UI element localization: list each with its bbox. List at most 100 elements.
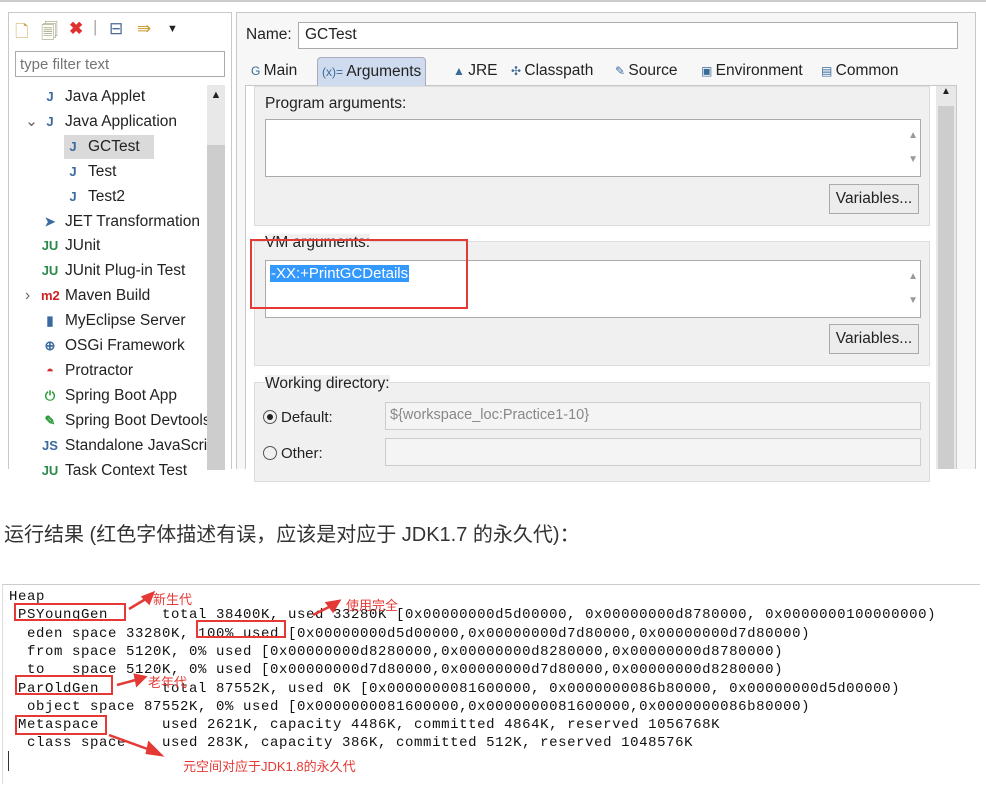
new-config-icon[interactable]: 🗋 — [15, 19, 29, 48]
tab-arguments[interactable]: (x)= Arguments — [317, 57, 427, 86]
tree-item-label: Protractor — [65, 361, 134, 379]
tree-item[interactable]: JU JUnit Plug-in Test — [41, 259, 207, 283]
tree-item[interactable]: ➤ JET Transformation — [41, 210, 207, 234]
config-type-icon: ➤ — [44, 213, 56, 229]
tab-icon: ✎ — [615, 64, 629, 78]
config-type-icon: m2 — [41, 288, 60, 304]
panel-scroll-thumb[interactable] — [938, 106, 954, 469]
config-type-icon: ✎ — [44, 412, 56, 428]
config-type-icon: J — [46, 113, 54, 129]
working-dir-label: Working directory: — [265, 375, 390, 393]
radio-unchecked-icon — [263, 446, 277, 460]
filter-input[interactable] — [15, 51, 225, 77]
tab-icon: ▲ — [453, 64, 469, 78]
name-input[interactable]: GCTest — [298, 22, 958, 49]
tree-item-label: JET Transformation — [65, 212, 200, 230]
tab-label: Arguments — [346, 63, 422, 80]
tree-item[interactable]: ⏻ Spring Boot App — [41, 384, 207, 408]
tab-common[interactable]: ▤ Common — [817, 57, 903, 86]
program-args-group: Program arguments: ▲ ▼ Variables... — [254, 86, 930, 226]
filter-icon[interactable]: ⇛ — [137, 19, 151, 39]
other-radio[interactable]: Other: — [263, 445, 323, 462]
duplicate-icon[interactable]: 🗐 — [41, 19, 58, 48]
program-args-label: Program arguments: — [265, 95, 407, 112]
tree-item-label: GCTest — [88, 137, 140, 155]
scroll-up-icon[interactable]: ▲ — [936, 86, 956, 97]
config-type-icon: ⏻ — [44, 387, 56, 403]
tree-item[interactable]: J Test2 — [64, 185, 154, 209]
vm-args-highlight-box — [250, 239, 468, 309]
tab-icon: G — [251, 64, 264, 78]
tree-item-label: Test — [88, 162, 117, 180]
tab-classpath[interactable]: ✣ Classpath — [507, 57, 597, 86]
tree-item-label: Java Applet — [65, 88, 146, 105]
tab-environment[interactable]: ▣ Environment — [697, 57, 807, 86]
tree-item-label: Standalone JavaScript — [65, 436, 207, 454]
name-label: Name: — [246, 26, 292, 43]
tab-source[interactable]: ✎ Source — [611, 57, 682, 86]
toolbar-separator: | — [93, 17, 98, 36]
tree-item[interactable]: J Test — [64, 160, 154, 184]
scroll-up-icon[interactable]: ▲ — [207, 85, 225, 105]
dropdown-icon[interactable]: ▼ — [167, 23, 178, 35]
config-type-icon: ⊕ — [44, 338, 56, 353]
tree-item[interactable]: J GCTest — [64, 134, 154, 159]
text-cursor — [8, 751, 9, 771]
config-type-icon: JU — [41, 263, 59, 279]
delete-icon[interactable]: ✖ — [69, 19, 83, 39]
tree-item-label: Test2 — [88, 187, 126, 205]
tab-bar: G Main (x)= Arguments ▲ JRE ✣ Classpath ✎ So… — [245, 57, 957, 86]
vm-variables-button[interactable]: Variables... — [829, 324, 919, 354]
tree-item[interactable]: › m2 Maven Build — [25, 284, 207, 308]
tree-item-label: JUnit — [65, 237, 101, 255]
tree-item-label: OSGi Framework — [65, 337, 185, 354]
tree-item[interactable]: ◓ Protractor — [41, 359, 207, 383]
tree-item[interactable]: JU Task Context Test — [41, 459, 207, 483]
config-type-icon: JU — [41, 462, 59, 478]
program-args-textarea[interactable]: ▲ ▼ — [265, 119, 921, 177]
tab-main[interactable]: G Main — [247, 57, 301, 86]
eclipse-run-config-screenshot: 🗋 🗐 ✖ | ⊟ ⇛ ▼ J Java Applet ⌄ J Java Applica… — [0, 0, 986, 482]
tab-jre[interactable]: ▲ JRE — [449, 57, 502, 86]
panel-scrollbar[interactable]: ▲ — [936, 86, 956, 469]
config-list-panel: 🗋 🗐 ✖ | ⊟ ⇛ ▼ J Java Applet ⌄ J Java Applica… — [8, 12, 232, 479]
tree-item-label: MyEclipse Server — [65, 312, 186, 330]
tree-item[interactable]: ▮ MyEclipse Server — [41, 309, 207, 333]
config-type-icon: J — [69, 138, 77, 154]
collapse-all-icon[interactable]: ⊟ — [109, 19, 123, 39]
tab-icon: ▤ — [821, 64, 836, 78]
tree-scroll-thumb[interactable] — [207, 145, 225, 470]
tree-item[interactable]: ⊕ OSGi Framework — [41, 334, 207, 358]
tree-item[interactable]: J Java Applet — [41, 85, 207, 109]
working-dir-group: Working directory: Default: ${workspace_… — [254, 375, 930, 482]
annotation-arrows — [108, 590, 342, 757]
tab-icon: ✣ — [511, 64, 525, 78]
tree-item-label: Maven Build — [65, 287, 151, 305]
tree-item[interactable]: JU JUnit — [41, 234, 207, 258]
tab-label: Classpath — [524, 62, 594, 79]
default-dir-field: ${workspace_loc:Practice1-10} — [385, 402, 921, 430]
tree-item[interactable]: ✎ Spring Boot Devtools — [41, 409, 207, 433]
tab-icon: ▣ — [701, 64, 716, 78]
arrow-meta — [108, 733, 154, 753]
tab-label: Main — [263, 62, 298, 79]
expand-chevron-icon[interactable]: ⌄ — [25, 110, 38, 134]
program-variables-button[interactable]: Variables... — [829, 184, 919, 214]
collapse-chevron-icon[interactable]: › — [25, 284, 30, 308]
tree-item-label: Spring Boot Devtools — [65, 411, 207, 429]
tree-scrollbar[interactable]: ▲ — [207, 85, 225, 470]
tree-item-label: Java Application — [65, 112, 178, 130]
result-caption: 运行结果 (红色字体描述有误，应该是对应于 JDK1.7 的永久代)： — [4, 524, 580, 546]
tab-label: Source — [628, 62, 678, 79]
tree-item-label: Spring Boot App — [65, 386, 178, 404]
other-dir-field[interactable] — [385, 438, 921, 466]
config-type-icon: ◓ — [46, 362, 54, 378]
config-type-icon: JU — [41, 238, 59, 254]
tree-item[interactable]: ⌄ J Java Application — [25, 110, 207, 134]
tree-item[interactable]: JS Standalone JavaScript — [41, 434, 207, 458]
console-output: Heap PSYoungGen total 38400K, used 33280… — [2, 584, 980, 784]
default-radio[interactable]: Default: — [263, 409, 333, 426]
config-type-icon: J — [69, 163, 77, 179]
tab-label: JRE — [468, 62, 498, 79]
tab-icon: (x)= — [322, 65, 347, 79]
